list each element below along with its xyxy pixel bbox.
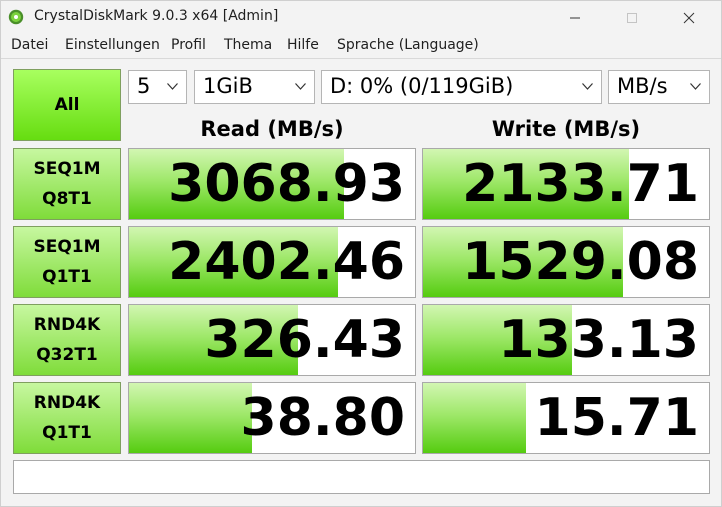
read-result-seq1m-q1t1: 2402.46 — [128, 226, 416, 298]
menu-item-datei[interactable]: Datei — [11, 37, 48, 53]
test-params: Q1T1 — [42, 267, 92, 287]
menu-item-thema[interactable]: Thema — [224, 37, 272, 53]
write-result-rnd4k-q1t1: 15.71 — [422, 382, 710, 454]
test-button-seq1m-q1t1[interactable]: SEQ1M Q1T1 — [13, 226, 121, 298]
drive-select[interactable]: D: 0% (0/119GiB) — [321, 70, 602, 104]
disk-icon — [8, 9, 24, 25]
menu-item-hilfe[interactable]: Hilfe — [287, 37, 319, 53]
test-params: Q8T1 — [42, 189, 92, 209]
score-bar — [423, 383, 526, 453]
close-button[interactable] — [666, 1, 712, 34]
write-result-rnd4k-q32t1: 133.13 — [422, 304, 710, 376]
close-icon — [683, 12, 695, 24]
maximize-icon — [627, 13, 637, 23]
test-button-rnd4k-q1t1[interactable]: RND4K Q1T1 — [13, 382, 121, 454]
maximize-button[interactable] — [609, 1, 655, 34]
test-button-rnd4k-q32t1[interactable]: RND4K Q32T1 — [13, 304, 121, 376]
unit-select[interactable]: MB/s — [608, 70, 710, 104]
test-params: Q1T1 — [42, 423, 92, 443]
chevron-down-icon — [295, 83, 306, 90]
menu-item-sprache[interactable]: Sprache (Language) — [337, 37, 479, 53]
write-value: 15.71 — [534, 388, 699, 448]
chevron-down-icon — [167, 83, 178, 90]
write-result-seq1m-q8t1: 2133.71 — [422, 148, 710, 220]
chevron-down-icon — [582, 83, 593, 90]
comment-input[interactable] — [13, 460, 710, 494]
test-name: RND4K — [33, 315, 101, 335]
menu-bar: Datei Einstellungen Profil Thema Hilfe S… — [1, 34, 721, 59]
write-value: 133.13 — [498, 310, 699, 370]
chevron-down-icon — [690, 83, 701, 90]
drive-value: D: 0% (0/119GiB) — [330, 74, 514, 98]
read-result-seq1m-q8t1: 3068.93 — [128, 148, 416, 220]
unit-value: MB/s — [617, 74, 668, 98]
test-count-select[interactable]: 5 — [128, 70, 187, 104]
test-name: SEQ1M — [33, 159, 101, 179]
read-result-rnd4k-q1t1: 38.80 — [128, 382, 416, 454]
read-value: 326.43 — [204, 310, 405, 370]
benchmark-panel: All 5 1GiB D: 0% (0/119GiB) MB/s Read (M… — [1, 59, 721, 506]
read-result-rnd4k-q32t1: 326.43 — [128, 304, 416, 376]
test-params: Q32T1 — [36, 345, 98, 365]
write-column-header: Write (MB/s) — [491, 117, 641, 141]
menu-item-einstellungen[interactable]: Einstellungen — [65, 37, 160, 53]
test-name: SEQ1M — [33, 237, 101, 257]
test-size-value: 1GiB — [203, 74, 253, 98]
window-title: CrystalDiskMark 9.0.3 x64 [Admin] — [34, 8, 279, 24]
minimize-button[interactable] — [552, 1, 598, 34]
test-size-select[interactable]: 1GiB — [194, 70, 315, 104]
write-result-seq1m-q1t1: 1529.08 — [422, 226, 710, 298]
title-bar[interactable]: CrystalDiskMark 9.0.3 x64 [Admin] — [1, 1, 721, 34]
read-column-header: Read (MB/s) — [200, 117, 344, 141]
test-count-value: 5 — [137, 74, 151, 98]
score-bar — [129, 383, 252, 453]
test-name: RND4K — [33, 393, 101, 413]
read-value: 38.80 — [240, 388, 405, 448]
app-window: CrystalDiskMark 9.0.3 x64 [Admin] Datei … — [0, 0, 722, 507]
menu-item-profil[interactable]: Profil — [171, 37, 206, 53]
read-value: 2402.46 — [168, 232, 405, 292]
write-value: 2133.71 — [462, 154, 699, 214]
write-value: 1529.08 — [462, 232, 699, 292]
all-button[interactable]: All — [13, 69, 121, 141]
test-button-seq1m-q8t1[interactable]: SEQ1M Q8T1 — [13, 148, 121, 220]
read-value: 3068.93 — [168, 154, 405, 214]
minimize-icon — [570, 17, 580, 19]
